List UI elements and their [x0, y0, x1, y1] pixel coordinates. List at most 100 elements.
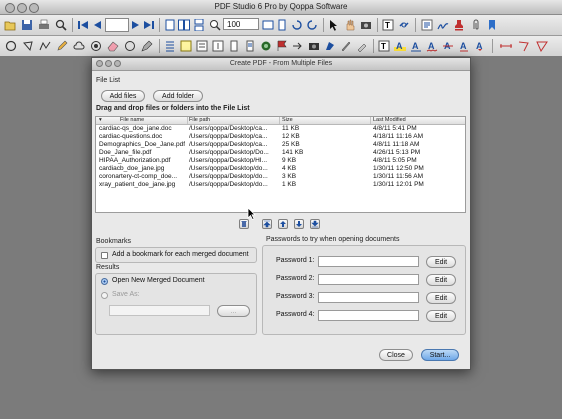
password-4-edit-button[interactable]: Edit — [426, 310, 456, 322]
fit-width-icon[interactable] — [262, 19, 274, 31]
page-number-input[interactable] — [105, 18, 129, 32]
password-1-edit-button[interactable]: Edit — [426, 256, 456, 268]
start-button[interactable]: Start... — [421, 349, 459, 361]
print-icon[interactable] — [38, 19, 50, 31]
browse-button[interactable]: ... — [217, 305, 250, 317]
fit-page-icon[interactable] — [276, 19, 288, 31]
dropper-icon[interactable] — [356, 40, 368, 52]
link-icon[interactable] — [398, 19, 410, 31]
polyline-icon[interactable] — [39, 40, 51, 52]
attach-icon[interactable] — [470, 19, 482, 31]
table-row[interactable]: cardiacb_doe_jane.jpg/Users/qoppa/Deskto… — [96, 165, 465, 173]
open-new-radio[interactable] — [101, 278, 108, 285]
zoom-window-icon[interactable] — [29, 3, 39, 13]
table-row[interactable]: HIPAA_Authorization.pdf/Users/qoppa/Desk… — [96, 157, 465, 165]
password-3-edit-button[interactable]: Edit — [426, 292, 456, 304]
form-icon[interactable] — [421, 19, 433, 31]
highlight-icon[interactable]: A — [394, 40, 406, 52]
underline-icon[interactable]: A — [410, 40, 422, 52]
cloud-icon[interactable] — [73, 40, 85, 52]
snapshot-icon[interactable] — [360, 19, 372, 31]
arrow-right-icon[interactable] — [292, 40, 304, 52]
sound-icon[interactable] — [260, 40, 272, 52]
dialog-close-icon[interactable] — [96, 60, 103, 67]
hand-tool-icon[interactable] — [344, 19, 356, 31]
callout-icon[interactable] — [212, 40, 224, 52]
rotate-ccw-icon[interactable] — [306, 19, 318, 31]
replace-text-icon[interactable]: A — [458, 40, 470, 52]
single-page-icon[interactable] — [164, 19, 176, 31]
pen-icon[interactable] — [141, 40, 153, 52]
polygon-icon[interactable] — [22, 40, 34, 52]
column-header[interactable]: File path — [189, 117, 210, 124]
bookmark-checkbox[interactable] — [101, 252, 108, 259]
password-3-field[interactable] — [318, 292, 419, 303]
circle-icon[interactable] — [5, 40, 17, 52]
table-row[interactable]: cardiac-questions.doc/Users/qoppa/Deskto… — [96, 133, 465, 141]
minimize-window-icon[interactable] — [17, 3, 27, 13]
list-icon[interactable] — [164, 40, 176, 52]
find-icon[interactable] — [55, 19, 67, 31]
stamp-icon[interactable] — [453, 19, 465, 31]
next-page-icon[interactable] — [130, 19, 142, 31]
password-2-field[interactable] — [318, 274, 419, 285]
move-top-button[interactable] — [262, 219, 272, 229]
eraser-icon[interactable] — [107, 40, 119, 52]
select-tool-icon[interactable] — [328, 19, 340, 31]
text-select-icon[interactable]: T — [382, 19, 394, 31]
dimension-line-icon[interactable] — [500, 40, 512, 52]
move-bottom-button[interactable] — [310, 219, 320, 229]
insert-text-icon[interactable]: A — [474, 40, 486, 52]
link-annot-icon[interactable] — [228, 40, 240, 52]
prev-page-icon[interactable] — [91, 19, 103, 31]
file-list-table[interactable]: ▾ File name File path Size Last Modified… — [95, 116, 466, 213]
bookmark-icon[interactable] — [486, 19, 498, 31]
table-row[interactable]: coronartery-ct-comp_doe... /Users/qoppa/D… — [96, 173, 465, 181]
add-files-button[interactable]: Add files — [101, 90, 145, 102]
page-icon[interactable] — [244, 40, 256, 52]
text-tool-icon[interactable]: T — [378, 40, 390, 52]
camera-icon[interactable] — [308, 40, 320, 52]
sign-icon[interactable] — [437, 19, 449, 31]
flag-icon[interactable] — [276, 40, 288, 52]
move-down-button[interactable] — [294, 219, 304, 229]
password-4-field[interactable] — [318, 310, 419, 321]
save-as-radio[interactable] — [101, 292, 108, 299]
table-row[interactable]: Demographics_Doe_Jane.pdf/Users/qoppa/De… — [96, 141, 465, 149]
save-as-path-field[interactable] — [109, 305, 210, 316]
column-header[interactable]: Size — [282, 117, 293, 124]
note-icon[interactable] — [180, 40, 192, 52]
zoom-tool-icon[interactable] — [209, 19, 221, 31]
perimeter-icon[interactable] — [518, 40, 530, 52]
move-up-button[interactable] — [278, 219, 288, 229]
dialog-minimize-icon[interactable] — [105, 60, 112, 67]
dialog-zoom-icon[interactable] — [114, 60, 121, 67]
area-icon[interactable] — [536, 40, 548, 52]
open-icon[interactable] — [4, 19, 16, 31]
password-2-edit-button[interactable]: Edit — [426, 274, 456, 286]
pencil-icon[interactable] — [56, 40, 68, 52]
close-window-icon[interactable] — [5, 3, 15, 13]
first-page-icon[interactable] — [77, 19, 89, 31]
sort-chevron-icon[interactable]: ▾ — [99, 117, 102, 124]
brush-icon[interactable] — [340, 40, 352, 52]
password-1-field[interactable] — [318, 256, 419, 267]
two-page-icon[interactable] — [178, 19, 190, 31]
paint-icon[interactable] — [324, 40, 336, 52]
continuous-page-icon[interactable] — [193, 19, 205, 31]
add-folder-button[interactable]: Add folder — [153, 90, 203, 102]
last-page-icon[interactable] — [143, 19, 155, 31]
table-row[interactable]: Doe_Jane_file.pdf/Users/qoppa/Desktop/Do… — [96, 149, 465, 157]
ink-icon[interactable] — [90, 40, 102, 52]
squiggly-icon[interactable]: A — [426, 40, 438, 52]
strikeout-icon[interactable]: A — [442, 40, 454, 52]
remove-file-button[interactable] — [239, 219, 249, 229]
rotate-icon[interactable] — [291, 19, 303, 31]
close-button[interactable]: Close — [379, 349, 413, 361]
shape-icon[interactable] — [124, 40, 136, 52]
zoom-select[interactable]: 100 — [223, 18, 259, 30]
text-box-icon[interactable] — [196, 40, 208, 52]
column-header[interactable]: Last Modified — [373, 117, 406, 124]
column-header[interactable]: File name — [120, 117, 144, 124]
table-row[interactable]: xray_patient_doe_jane.jpg/Users/qoppa/De… — [96, 181, 465, 189]
